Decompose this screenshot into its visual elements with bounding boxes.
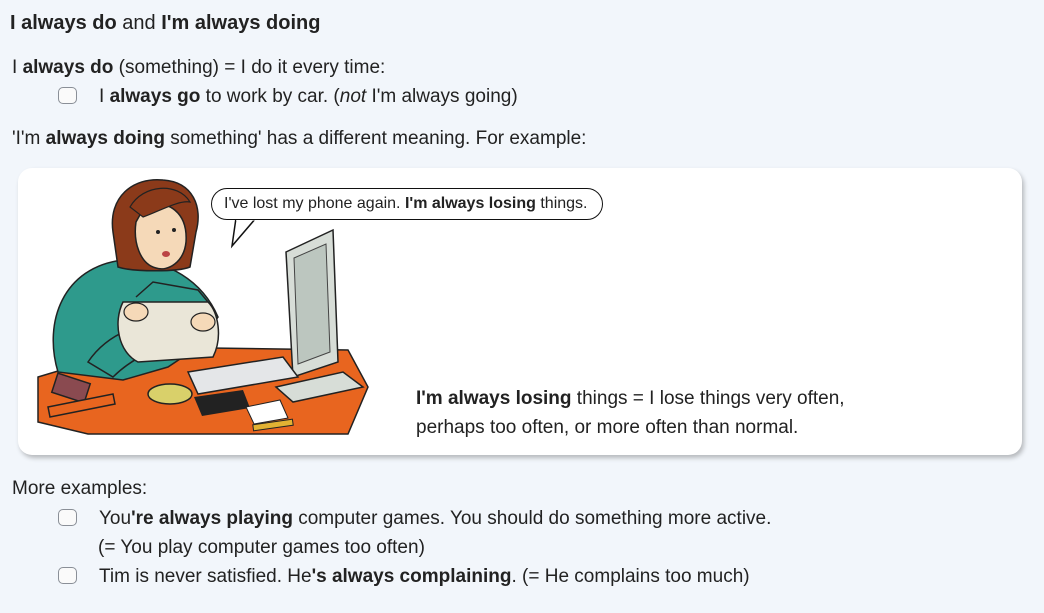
bullet-box-icon [58,567,77,584]
speech-bubble-tail [230,217,257,249]
more-examples-label: More examples: [12,478,148,499]
example-item: Tim is never satisfied. He's always comp… [58,566,750,588]
bullet-box-icon [58,87,77,104]
speech-bubble: I've lost my phone again. I'm always los… [211,188,603,220]
meaning-text: I'm always losing things = I lose things… [416,388,845,438]
example-item-continuation: (= You play computer games too often) [98,537,425,558]
section-title: I always do and I'm always doing [10,12,321,34]
example-item: You're always playing computer games. Yo… [58,508,771,530]
definition-line: I always do (something) = I do it every … [12,57,386,78]
bullet-box-icon [58,509,77,526]
intro-line: 'I'm always doing something' has a diffe… [12,128,587,149]
example-item: I always go to work by car. (not I'm alw… [58,86,518,108]
